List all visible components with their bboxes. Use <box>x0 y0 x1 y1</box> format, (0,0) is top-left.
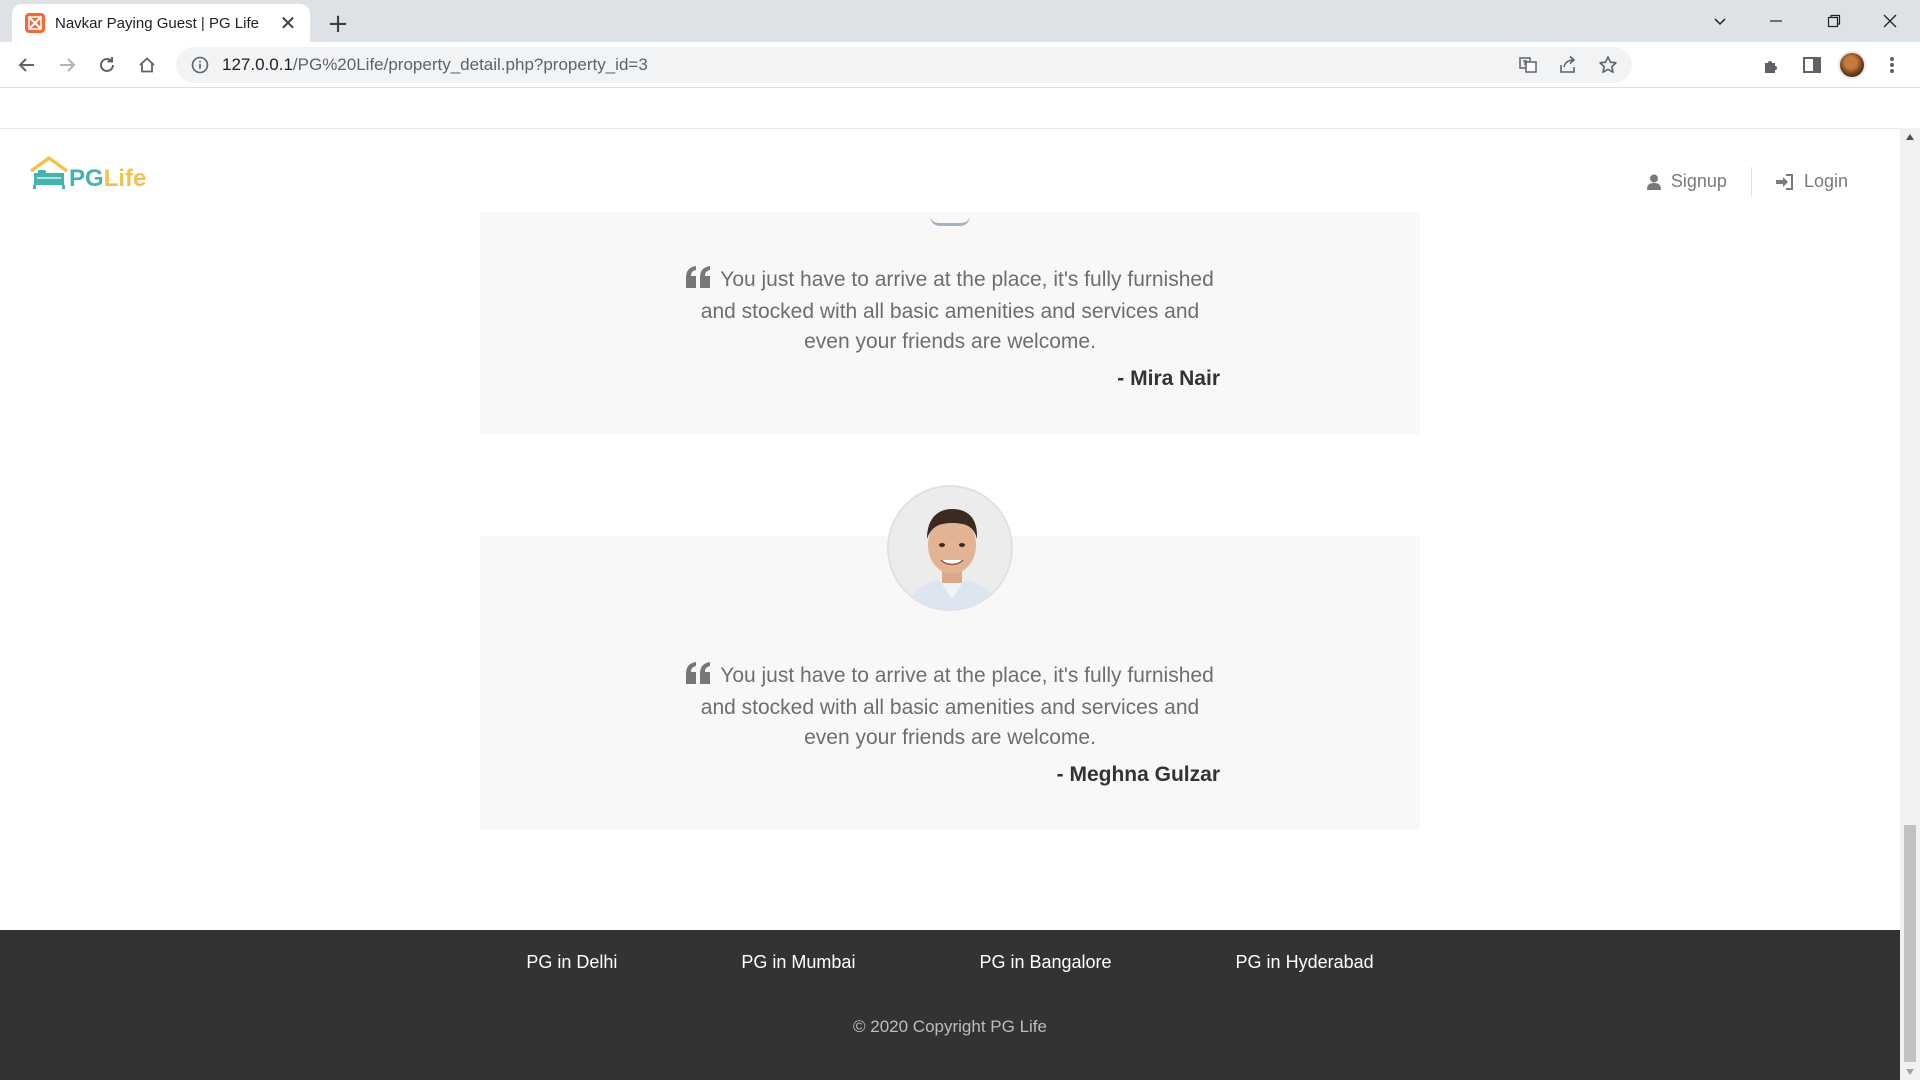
login-label: Login <box>1803 171 1848 191</box>
tab-title: Navkar Paying Guest | PG Life <box>55 14 259 32</box>
quote-left-icon <box>686 662 712 693</box>
user-icon <box>1646 174 1661 190</box>
testimonial-quote: You just have to arrive at the place, it… <box>680 661 1220 753</box>
testimonial-quote: You just have to arrive at the place, it… <box>680 265 1220 357</box>
browser-menu-kebab-icon[interactable] <box>1872 49 1912 81</box>
footer-link-hyderabad[interactable]: PG in Hyderabad <box>1236 952 1374 973</box>
browser-tab-strip: Navkar Paying Guest | PG Life ✕ + <box>0 0 1920 42</box>
translate-icon[interactable] <box>1512 51 1544 79</box>
page-scrollbar[interactable] <box>1900 128 1920 1080</box>
signup-link[interactable]: Signup <box>1623 165 1751 198</box>
login-link[interactable]: Login <box>1752 165 1872 198</box>
testimonial-quote-text: You just have to arrive at the place, it… <box>700 664 1214 749</box>
back-arrow-icon[interactable] <box>11 49 43 81</box>
profile-avatar[interactable] <box>1832 49 1872 81</box>
scroll-up-arrow-icon[interactable] <box>1900 128 1920 145</box>
share-icon[interactable] <box>1552 51 1584 79</box>
testimonial-card: You just have to arrive at the place, it… <box>480 212 1420 434</box>
url-path: /PG%20Life/property_detail.php?property_… <box>292 55 648 74</box>
home-icon[interactable] <box>131 49 163 81</box>
url-host: 127.0.0.1 <box>222 55 293 74</box>
signup-label: Signup <box>1670 171 1727 191</box>
logo-life-text: Life <box>103 165 147 192</box>
restore-window-icon[interactable] <box>1806 0 1862 42</box>
close-window-icon[interactable] <box>1862 0 1918 42</box>
sign-in-icon <box>1775 173 1793 190</box>
url-text[interactable]: 127.0.0.1/PG%20Life/property_detail.php?… <box>222 55 648 75</box>
tab-search-chevron-icon[interactable] <box>1692 0 1748 42</box>
footer-link-delhi[interactable]: PG in Delhi <box>526 952 617 973</box>
bookmark-star-icon[interactable] <box>1592 51 1624 79</box>
profile-picture-partial <box>930 216 970 226</box>
reload-icon[interactable] <box>91 49 123 81</box>
page-viewport: You just have to arrive at the place, it… <box>0 89 1900 1080</box>
testimonial-author: - Mira Nair <box>1117 367 1220 390</box>
minimize-window-icon[interactable] <box>1748 0 1804 42</box>
browser-toolbar: 127.0.0.1/PG%20Life/property_detail.php?… <box>0 42 1920 88</box>
site-favicon-icon <box>25 13 45 33</box>
logo-pg-text: PG <box>69 165 104 192</box>
footer-link-bangalore[interactable]: PG in Bangalore <box>979 952 1111 973</box>
scroll-down-arrow-icon[interactable] <box>1900 1063 1920 1080</box>
pg-life-logo[interactable]: PGLife <box>29 155 146 191</box>
scrollbar-thumb[interactable] <box>1904 825 1916 1062</box>
testimonial-author: - Meghna Gulzar <box>1056 763 1220 786</box>
site-header: PGLife Signup Login <box>0 128 1900 212</box>
site-info-icon[interactable] <box>190 55 210 75</box>
copyright-text: © 2020 Copyright PG Life <box>853 1017 1047 1036</box>
footer-link-mumbai[interactable]: PG in Mumbai <box>741 952 855 973</box>
side-panel-icon[interactable] <box>1792 49 1832 81</box>
extensions-puzzle-icon[interactable] <box>1752 49 1792 81</box>
address-bar[interactable]: 127.0.0.1/PG%20Life/property_detail.php?… <box>176 47 1632 83</box>
testimonial-profile-picture <box>887 485 1013 611</box>
browser-tab-active[interactable]: Navkar Paying Guest | PG Life ✕ <box>12 4 310 42</box>
site-footer: PG in Delhi PG in Mumbai PG in Bangalore… <box>0 930 1900 1080</box>
house-logo-icon <box>29 156 69 189</box>
quote-left-icon <box>686 266 712 297</box>
close-tab-icon[interactable]: ✕ <box>276 11 300 35</box>
new-tab-button[interactable]: + <box>322 8 354 40</box>
forward-arrow-icon[interactable] <box>51 49 83 81</box>
testimonial-quote-text: You just have to arrive at the place, it… <box>700 268 1214 353</box>
